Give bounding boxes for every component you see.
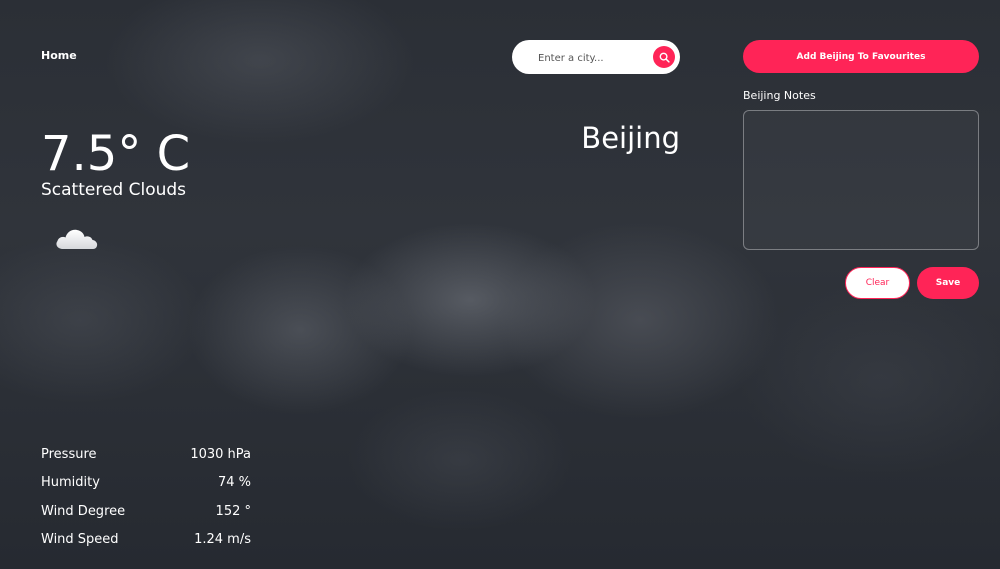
clear-button[interactable]: Clear — [845, 267, 910, 299]
search-input[interactable] — [536, 40, 650, 76]
notes-label: Beijing Notes — [743, 89, 816, 102]
save-button[interactable]: Save — [917, 267, 979, 299]
stat-value: 1030 hPa — [190, 446, 251, 462]
weather-stats: Pressure 1030 hPa Humidity 74 % Wind Deg… — [41, 440, 251, 554]
stat-value: 74 % — [217, 475, 251, 491]
search-icon — [659, 52, 670, 63]
stat-value: 152 ° — [215, 503, 251, 519]
stat-label: Wind Degree — [41, 503, 126, 519]
stat-row-pressure: Pressure 1030 hPa — [41, 440, 251, 469]
stat-row-wind-speed: Wind Speed 1.24 m/s — [41, 526, 251, 555]
city-name: Beijing — [581, 121, 680, 155]
search-button[interactable] — [653, 46, 675, 68]
stat-value: 1.24 m/s — [194, 532, 251, 548]
stat-label: Wind Speed — [41, 532, 119, 548]
stat-label: Humidity — [41, 475, 100, 491]
stat-row-humidity: Humidity 74 % — [41, 469, 251, 498]
home-link[interactable]: Home — [41, 49, 77, 62]
search-bar — [512, 40, 680, 76]
add-to-favourites-button[interactable]: Add Beijing To Favourites — [743, 40, 979, 73]
temperature: 7.5° C — [41, 126, 191, 182]
weather-description: Scattered Clouds — [41, 180, 187, 200]
stat-label: Pressure — [41, 446, 97, 462]
stat-row-wind-degree: Wind Degree 152 ° — [41, 497, 251, 526]
notes-textarea[interactable] — [743, 110, 979, 250]
cloud-icon — [56, 229, 98, 249]
